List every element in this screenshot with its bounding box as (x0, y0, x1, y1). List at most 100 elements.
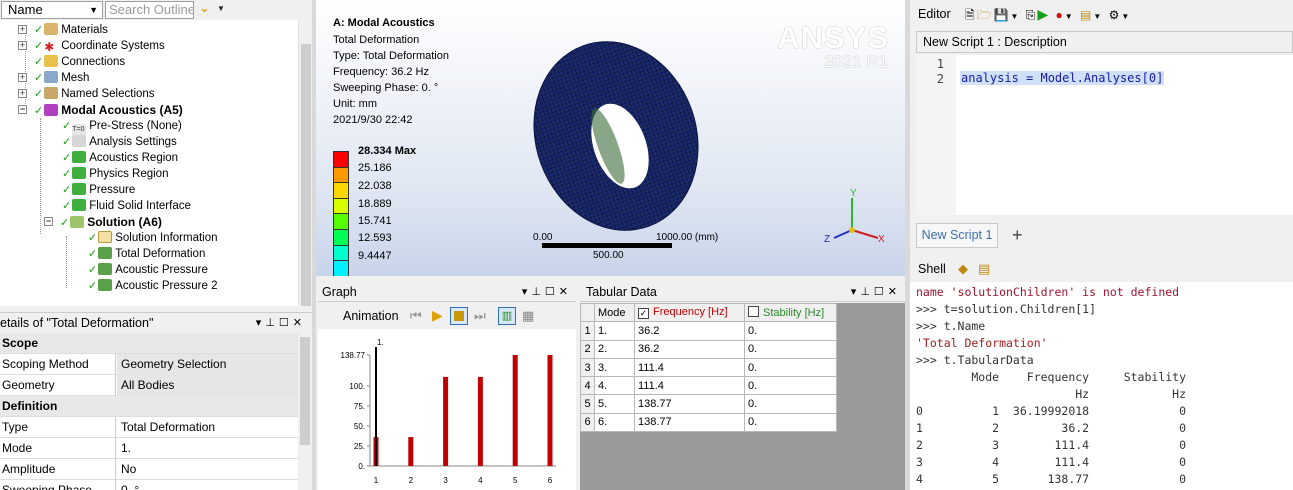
expand-chevron-icon[interactable]: ⌄ (199, 0, 213, 18)
details-row-sweeping-phase[interactable]: Sweeping Phase 0. ° (0, 480, 298, 490)
tree-item-analysis-settings[interactable]: ✓ Analysis Settings (62, 134, 177, 150)
tree-item-fluid-solid-interface[interactable]: ✓ Fluid Solid Interface (62, 198, 191, 214)
cell-mode[interactable]: 2. (594, 339, 635, 359)
run-icon[interactable]: ▶ (1037, 6, 1050, 22)
cell-mode[interactable]: 6. (594, 412, 635, 433)
model-geometry[interactable] (528, 36, 708, 236)
column-header-mode[interactable]: Mode (594, 302, 635, 323)
cell-frequency[interactable]: 36.2 (634, 321, 745, 341)
maximize-icon[interactable]: ☐ (874, 286, 888, 298)
code-editor[interactable]: 1 2 analysis = Model.Analyses[0] (916, 55, 1293, 215)
stability-checkbox[interactable] (748, 306, 759, 318)
script-description-bar[interactable]: New Script 1 : Description (916, 31, 1293, 53)
record-icon[interactable]: ● (1056, 8, 1065, 22)
close-icon[interactable]: ✕ (888, 286, 901, 298)
cell-frequency[interactable]: 111.4 (634, 376, 745, 396)
tree-item-modal-acoustics[interactable]: − ✓ Modal Acoustics (A5) (18, 102, 183, 118)
details-value[interactable]: Total Deformation (117, 417, 298, 438)
details-value[interactable]: No (117, 459, 298, 480)
cell-frequency[interactable]: 36.2 (634, 339, 745, 359)
tree-item-pre-stress[interactable]: ✓T=0 Pre-Stress (None) (62, 118, 182, 136)
dropdown-arrow-icon[interactable]: ▾ (851, 286, 861, 298)
cell-stability[interactable]: 0. (744, 376, 837, 396)
next-frame-icon[interactable]: ⏭ (474, 308, 486, 324)
details-row-amplitude[interactable]: Amplitude No (0, 459, 298, 480)
tree-item-acoustic-pressure-2[interactable]: ✓ Acoustic Pressure 2 (88, 278, 217, 294)
cell-stability[interactable]: 0. (744, 412, 837, 433)
shell-console[interactable]: name 'solutionChildren' is not defined >… (910, 282, 1293, 490)
search-outline-input[interactable]: Search Outline (105, 1, 194, 19)
name-filter-dropdown[interactable]: Name ▼ (1, 1, 103, 19)
details-section-scope[interactable]: Scope (0, 333, 298, 354)
details-row-mode[interactable]: Mode 1. (0, 438, 298, 459)
outline-scrollbar[interactable] (298, 20, 312, 306)
snippets-dropdown-icon[interactable]: ▼ (1093, 12, 1103, 21)
dropdown-arrow-icon[interactable]: ▾ (522, 286, 532, 298)
new-script-icon[interactable]: 🗎 (965, 8, 977, 22)
scrollbar-thumb[interactable] (300, 337, 310, 445)
save-dropdown-icon[interactable]: ▼ (1011, 12, 1021, 21)
details-value[interactable]: 0. ° (117, 480, 298, 490)
cell-frequency[interactable]: 138.77 (634, 394, 745, 414)
distributed-frames-icon[interactable]: ▥ (498, 307, 516, 325)
graphics-viewport[interactable]: A: Modal Acoustics Total Deformation Typ… (316, 0, 905, 276)
cell-stability[interactable]: 0. (744, 339, 837, 359)
tree-item-acoustic-pressure[interactable]: ✓ Acoustic Pressure (88, 262, 208, 278)
tree-item-materials[interactable]: + ✓ Materials (18, 22, 108, 38)
scrollbar-thumb[interactable] (301, 44, 311, 306)
expand-icon[interactable]: + (18, 89, 27, 98)
add-tab-button[interactable]: + (1012, 223, 1023, 247)
cell-stability[interactable]: 0. (744, 394, 837, 414)
tree-item-pressure[interactable]: ✓ Pressure (62, 182, 135, 198)
collapse-icon[interactable]: − (44, 217, 53, 226)
shell-history-icon[interactable]: ▤ (978, 256, 990, 282)
details-value[interactable]: Geometry Selection (117, 354, 298, 375)
column-header-frequency[interactable]: ✓ Frequency [Hz] (634, 302, 745, 323)
tree-item-solution-information[interactable]: ✓ Solution Information (88, 230, 218, 246)
table-row[interactable]: 6 6. 138.77 0. (580, 412, 837, 433)
record-dropdown-icon[interactable]: ▼ (1065, 12, 1075, 21)
expand-icon[interactable]: + (18, 25, 27, 34)
pin-icon[interactable]: ⊥ (531, 286, 545, 298)
dropdown-arrow-icon[interactable]: ▾ (256, 317, 266, 329)
play-icon[interactable]: ▶ (432, 307, 443, 324)
expand-icon[interactable]: + (18, 73, 27, 82)
stop-button[interactable] (450, 307, 468, 325)
cell-stability[interactable]: 0. (744, 321, 837, 341)
table-row[interactable]: 3 3. 111.4 0. (580, 357, 837, 378)
tree-item-physics-region[interactable]: ✓ Physics Region (62, 166, 168, 182)
open-folder-icon[interactable]: 🗁 (977, 8, 994, 22)
previous-frame-icon[interactable]: ⏮ (410, 308, 422, 324)
maximize-icon[interactable]: ☐ (279, 317, 293, 329)
debug-icon[interactable]: ⎘ (1026, 8, 1038, 22)
collapse-icon[interactable]: − (18, 105, 27, 114)
details-value[interactable]: 1. (117, 438, 298, 459)
pin-icon[interactable]: ⊥ (265, 317, 279, 329)
tree-item-total-deformation[interactable]: ✓ Total Deformation (88, 246, 205, 262)
save-icon[interactable]: 💾 (994, 8, 1011, 22)
cell-stability[interactable]: 0. (744, 357, 837, 378)
frequency-checkbox[interactable]: ✓ (638, 308, 649, 320)
column-header-stability[interactable]: Stability [Hz] (744, 302, 837, 323)
tree-item-connections[interactable]: ✓ Connections (34, 54, 125, 70)
details-row-type[interactable]: Type Total Deformation (0, 417, 298, 438)
maximize-icon[interactable]: ☐ (545, 286, 559, 298)
table-row[interactable]: 4 4. 111.4 0. (580, 376, 837, 396)
toolbar-dropdown-icon[interactable]: ▼ (217, 4, 225, 13)
table-row[interactable]: 2 2. 36.2 0. (580, 339, 837, 359)
tree-item-mesh[interactable]: + ✓ Mesh (18, 70, 89, 86)
cell-mode[interactable]: 1. (594, 321, 635, 341)
tab-new-script-1[interactable]: New Script 1 (916, 223, 998, 248)
close-icon[interactable]: ✕ (293, 317, 306, 329)
pin-icon[interactable]: ⊥ (860, 286, 874, 298)
cell-frequency[interactable]: 111.4 (634, 357, 745, 378)
details-row-geometry[interactable]: Geometry All Bodies (0, 375, 298, 396)
table-row[interactable]: 1 1. 36.2 0. (580, 321, 837, 341)
expand-icon[interactable]: + (18, 41, 27, 50)
tree-item-named-selections[interactable]: + ✓ Named Selections (18, 86, 155, 102)
table-row[interactable]: 5 5. 138.77 0. (580, 394, 837, 414)
result-sets-icon[interactable]: ▦ (522, 308, 534, 324)
settings-dropdown-icon[interactable]: ▼ (1121, 12, 1131, 21)
tree-item-coordinate-systems[interactable]: + ✓✱ Coordinate Systems (18, 38, 165, 54)
splitter-left[interactable] (312, 0, 316, 490)
